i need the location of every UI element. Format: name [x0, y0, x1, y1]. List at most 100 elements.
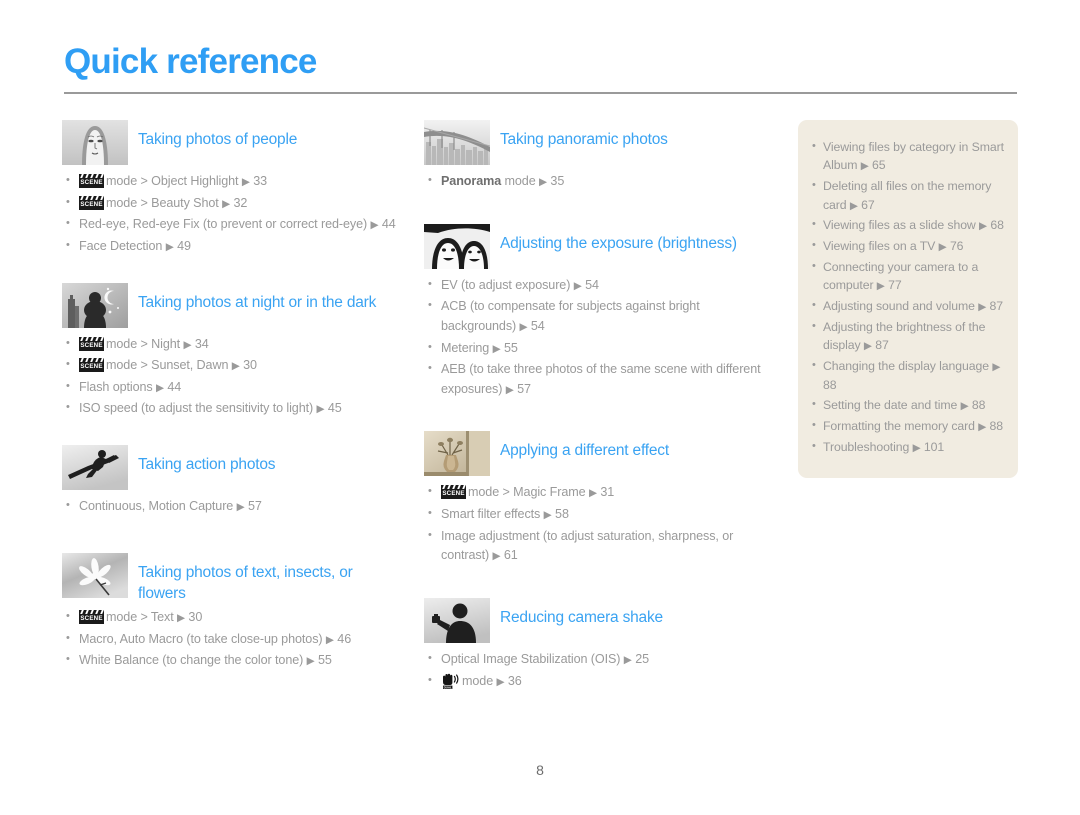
scene-mode-icon: SCENE — [79, 174, 104, 188]
page-number: 8 — [536, 762, 544, 778]
item-text: Troubleshooting — [823, 439, 910, 454]
section-title: Reducing camera shake — [500, 609, 663, 627]
section-title: Taking photos of people — [138, 131, 298, 148]
item-page: 57 — [517, 381, 531, 396]
item-text: Viewing files by category in Smart Album — [823, 140, 1004, 173]
section-items: SCENEmode > Text ▶ 30 Macro, Auto Macro … — [62, 608, 400, 671]
arrow-icon: ▶ — [876, 280, 885, 293]
arrow-icon: ▶ — [236, 501, 245, 514]
arrow-icon: ▶ — [505, 383, 514, 396]
item-text: ACB (to compensate for subjects against … — [441, 299, 700, 333]
item-page: 44 — [381, 217, 396, 232]
item-page: 49 — [177, 238, 191, 253]
item-text: mode > Night — [106, 336, 181, 351]
section-header: Taking photos of people — [62, 120, 400, 168]
arrow-icon: ▶ — [623, 654, 632, 667]
arrow-icon: ▶ — [992, 361, 1001, 373]
section-items: EV (to adjust exposure) ▶ 54 ACB (to com… — [424, 276, 776, 400]
section-items: Continuous, Motion Capture ▶ 57 — [62, 497, 400, 517]
item-text: Image adjustment (to adjust saturation, … — [441, 528, 734, 563]
list-item: ISO speed (to adjust the sensitivity to … — [62, 399, 400, 419]
arrow-icon: ▶ — [960, 400, 969, 413]
item-text: White Balance (to change the color tone) — [79, 653, 304, 668]
item-page: 30 — [188, 609, 203, 624]
section-taking-panoramic-photos: Taking panoramic photos Panorama mode ▶ … — [424, 120, 776, 192]
item-page: 25 — [635, 652, 649, 667]
arrow-icon: ▶ — [492, 342, 501, 355]
item-text: Macro, Auto Macro (to take close-up phot… — [79, 631, 323, 646]
arrow-icon: ▶ — [588, 487, 597, 500]
arrow-icon: ▶ — [492, 550, 501, 563]
arrow-icon: ▶ — [325, 633, 334, 646]
item-text: Metering — [441, 340, 490, 355]
item-text: Deleting all files on the memory card — [823, 179, 992, 212]
section-header: Taking photos at night or in the dark — [62, 282, 400, 331]
arrow-icon: ▶ — [519, 320, 528, 333]
section-taking-action-photos: Taking action photos Continuous, Motion … — [62, 445, 400, 517]
scene-mode-icon: SCENE — [79, 358, 104, 373]
item-page: 88 — [823, 377, 837, 392]
section-taking-photos-at-night: Taking photos at night or in the dark SC… — [62, 282, 400, 420]
item-text: Red-eye, Red-eye Fix (to prevent or corr… — [79, 217, 368, 232]
reference-sidebar-panel: Viewing files by category in Smart Album… — [798, 120, 1018, 479]
item-page: 76 — [949, 239, 964, 254]
item-text: Face Detection — [79, 238, 163, 253]
list-item: SCENEmode > Magic Frame ▶ 31 — [424, 483, 776, 503]
list-item: Deleting all files on the memory card ▶ … — [808, 177, 1004, 214]
arrow-icon: ▶ — [370, 219, 379, 232]
item-text: Adjusting sound and volume — [823, 299, 975, 314]
list-item: DUAL mode ▶ 36 — [424, 672, 776, 692]
section-adjusting-the-exposure: Adjusting the exposure (brightness) EV (… — [424, 223, 776, 400]
section-header: Adjusting the exposure (brightness) — [424, 223, 776, 272]
item-page: 67 — [861, 197, 875, 212]
item-text: Setting the date and time — [823, 398, 958, 413]
section-title: Applying a different effect — [500, 442, 669, 460]
list-item: ACB (to compensate for subjects against … — [424, 297, 776, 336]
scene-icon-label: SCENE — [441, 489, 466, 500]
item-page: 35 — [550, 174, 565, 188]
item-page: 31 — [600, 485, 615, 500]
item-page: 46 — [337, 631, 352, 646]
list-item: SCENEmode > Beauty Shot ▶ 32 — [62, 194, 400, 214]
item-page: 32 — [233, 195, 248, 210]
item-page: 61 — [503, 548, 518, 563]
scene-mode-icon: SCENE — [79, 609, 104, 624]
item-text: AEB (to take three photos of the same sc… — [441, 362, 761, 396]
arrow-icon: ▶ — [860, 160, 869, 173]
scene-mode-icon: SCENE — [79, 336, 104, 351]
item-text: ISO speed (to adjust the sensitivity to … — [79, 401, 314, 416]
list-item: Troubleshooting ▶ 101 — [808, 438, 1004, 457]
arrow-icon: ▶ — [156, 381, 164, 394]
bridge-panorama-thumbnail — [424, 120, 490, 165]
list-item: Setting the date and time ▶ 88 — [808, 396, 1004, 415]
item-text: mode > Magic Frame — [468, 485, 586, 500]
list-item: SCENEmode > Text ▶ 30 — [62, 608, 400, 628]
section-header: Taking panoramic photos — [424, 120, 776, 168]
list-item: Adjusting sound and volume ▶ 87 — [808, 297, 1004, 316]
item-page: 77 — [888, 278, 902, 293]
title-divider — [64, 92, 1017, 94]
item-text: Adjusting the brightness of the display — [823, 319, 986, 353]
arrow-icon: ▶ — [978, 301, 987, 314]
item-page: 101 — [923, 439, 945, 454]
item-text: mode > Beauty Shot — [106, 195, 219, 210]
item-text: mode — [462, 673, 494, 688]
arrow-icon: ▶ — [912, 441, 921, 454]
section-items: SCENEmode > Night ▶ 34 SCENEmode > Sunse… — [62, 335, 400, 420]
item-page: 33 — [253, 174, 268, 188]
item-page: 34 — [194, 336, 209, 351]
camera-shake-thumbnail — [424, 598, 490, 644]
section-taking-photos-of-people: Taking photos of people SCENEmode > Obje… — [62, 120, 400, 257]
section-title: Taking action photos — [138, 456, 276, 474]
item-page: 54 — [585, 277, 599, 292]
list-item: Changing the display language ▶ 88 — [808, 357, 1004, 394]
section-title: Adjusting the exposure (brightness) — [500, 234, 737, 252]
arrow-icon: ▶ — [222, 197, 231, 210]
list-item: SCENEmode > Object Highlight ▶ 33 — [62, 172, 400, 192]
item-page: 44 — [167, 379, 182, 394]
item-page: 36 — [507, 673, 522, 688]
list-item: Panorama mode ▶ 35 — [424, 172, 776, 192]
vase-effect-thumbnail — [424, 431, 490, 477]
list-item: AEB (to take three photos of the same sc… — [424, 360, 776, 399]
arrow-icon: ▶ — [938, 241, 947, 254]
